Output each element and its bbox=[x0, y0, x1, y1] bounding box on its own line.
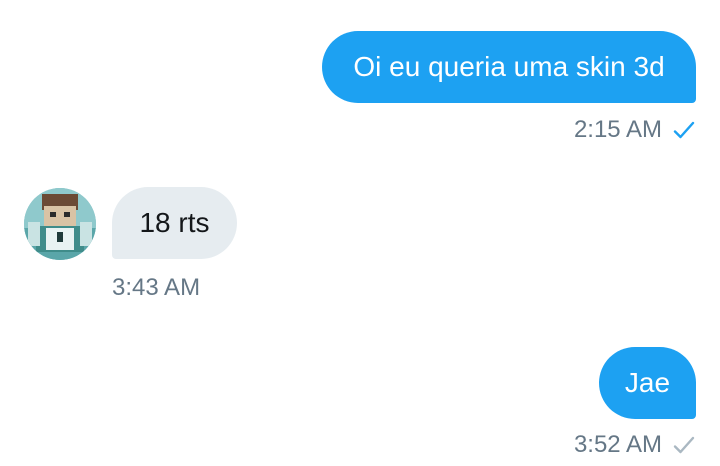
message-timestamp: 3:43 AM bbox=[112, 274, 201, 301]
avatar-image bbox=[24, 188, 96, 260]
message-meta: 3:43 AM bbox=[112, 273, 200, 303]
sent-message-bubble[interactable]: Oi eu queria uma skin 3d bbox=[322, 31, 696, 103]
message-text: Jae bbox=[624, 367, 671, 398]
message-text: Oi eu queria uma skin 3d bbox=[353, 51, 665, 82]
message-meta: 3:52 AM bbox=[574, 430, 696, 460]
message-text: 18 rts bbox=[139, 207, 210, 238]
check-sent-icon bbox=[673, 436, 695, 454]
received-message-bubble[interactable]: 18 rts bbox=[112, 187, 237, 259]
sent-message-bubble[interactable]: Jae bbox=[599, 347, 696, 419]
user-avatar[interactable] bbox=[24, 188, 96, 260]
message-timestamp: 3:52 AM bbox=[573, 431, 662, 458]
message-timestamp: 2:15 AM bbox=[573, 116, 662, 143]
message-meta: 2:15 AM bbox=[574, 115, 696, 145]
check-read-icon bbox=[673, 121, 695, 139]
